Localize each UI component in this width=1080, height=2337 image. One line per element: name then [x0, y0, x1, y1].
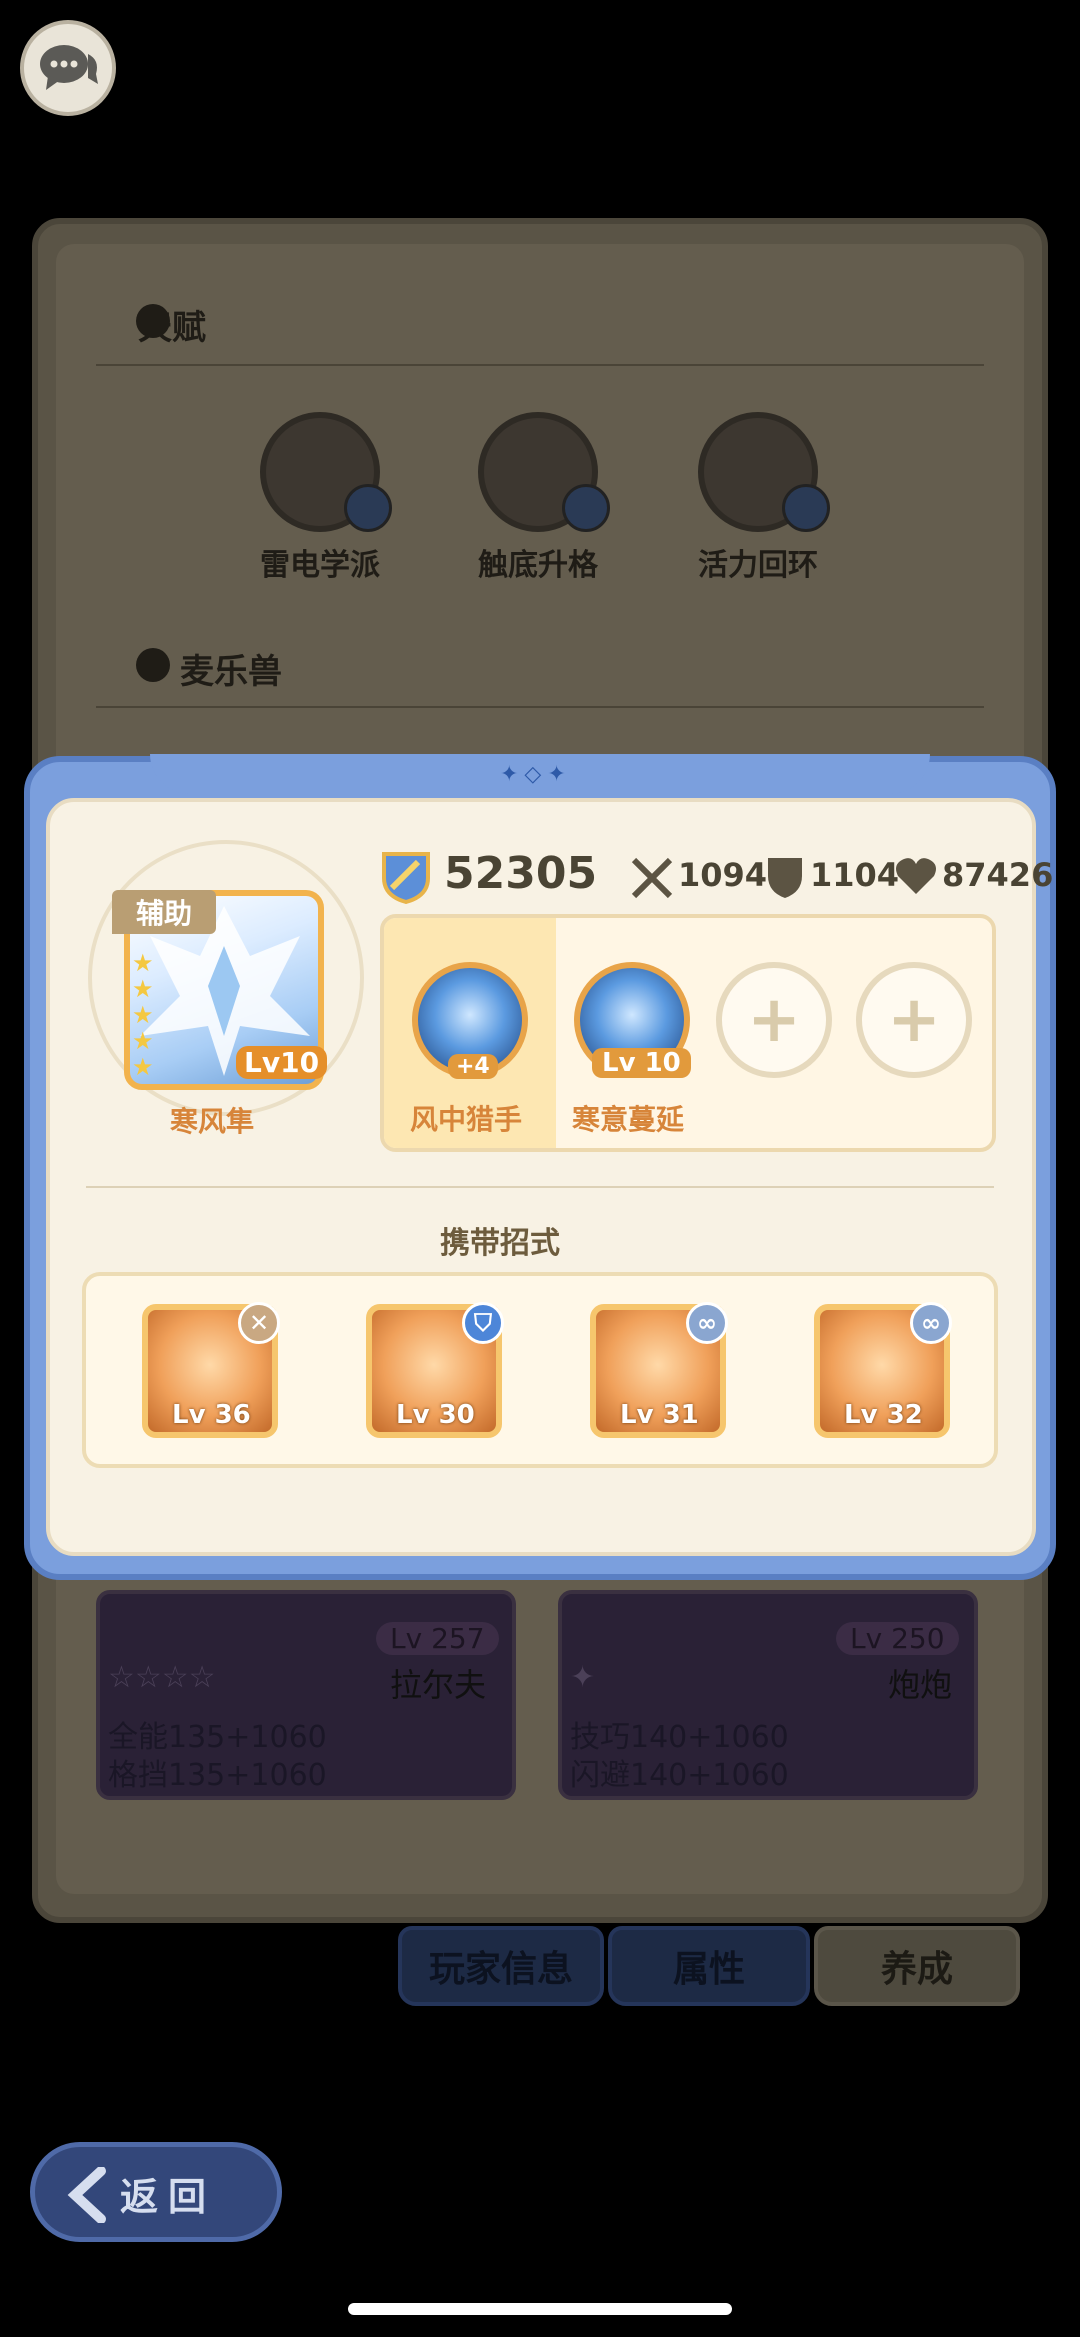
talent-label-3: 活力回环 [698, 548, 818, 583]
moves-title: 携带招式 [440, 1226, 560, 1261]
skill-badge-1: +4 [448, 1054, 498, 1079]
attack-value: 1094 [678, 856, 768, 894]
star-rating: ★ ★ ★ ★ ★ [132, 949, 154, 1081]
section-divider [96, 706, 984, 708]
move-level-2: Lv 30 [396, 1400, 475, 1430]
hp-value: 87426 [942, 856, 1054, 894]
skill-badge-2: Lv 10 [592, 1048, 691, 1078]
magnifier-icon [782, 484, 830, 532]
beast-section-title: 麦乐兽 [180, 652, 282, 692]
chat-bubbles-icon [40, 45, 98, 90]
back-arrow-icon [67, 2167, 106, 2223]
empty-skill-slot-4[interactable]: + [856, 962, 972, 1078]
sword-icon [630, 856, 674, 904]
plus-icon: + [747, 983, 801, 1057]
combat-power: 52305 [444, 848, 598, 899]
move-level-4: Lv 32 [844, 1400, 923, 1430]
link-icon: ∞ [910, 1302, 952, 1344]
skill-name-1: 风中猎手 [410, 1103, 523, 1136]
combat-power-icon [378, 848, 434, 908]
magnifier-icon [344, 484, 392, 532]
beast-stars-1: ☆☆☆☆ [108, 1660, 216, 1695]
pet-level: Lv10 [236, 1046, 328, 1079]
tab-player-info[interactable]: 玩家信息 [398, 1926, 604, 2006]
section-divider [96, 364, 984, 366]
beast-stat-1b: 格挡135+1060 [108, 1758, 327, 1793]
divider [86, 1186, 994, 1188]
beast-level-2: Lv 250 [836, 1622, 959, 1655]
beast-name-1: 拉尔夫 [390, 1666, 487, 1704]
moon-icon [136, 648, 170, 682]
defense-value: 1104 [810, 856, 900, 894]
move-level-1: Lv 36 [172, 1400, 251, 1430]
moon-icon [136, 304, 170, 338]
heart-icon [894, 856, 938, 900]
shield-icon [766, 854, 804, 904]
talent-label-2: 触底升格 [478, 548, 598, 583]
beast-level-1: Lv 257 [376, 1622, 499, 1655]
pet-name: 寒风隼 [170, 1105, 255, 1138]
talent-label-1: 雷电学派 [260, 548, 380, 583]
skill-name-2: 寒意蔓延 [572, 1103, 685, 1136]
tab-training[interactable]: 养成 [814, 1926, 1020, 2006]
link-icon: ∞ [686, 1302, 728, 1344]
tab-attributes[interactable]: 属性 [608, 1926, 810, 2006]
role-badge: 辅助 [112, 890, 216, 934]
empty-skill-slot-3[interactable]: + [716, 962, 832, 1078]
plus-icon: + [887, 983, 941, 1057]
beast-name-2: 炮炮 [888, 1666, 953, 1704]
beast-star-2: ✦ [570, 1660, 596, 1695]
close-icon[interactable]: ✕ [238, 1302, 280, 1344]
beast-stat-2b: 闪避140+1060 [570, 1758, 789, 1793]
magnifier-icon [562, 484, 610, 532]
move-level-3: Lv 31 [620, 1400, 699, 1430]
modal-decoration: ✦◇✦ [500, 762, 572, 787]
back-label: 返回 [120, 2175, 217, 2219]
shield-badge-icon: ⛉ [462, 1302, 504, 1344]
home-indicator[interactable] [348, 2303, 732, 2315]
chat-button[interactable] [20, 20, 116, 116]
